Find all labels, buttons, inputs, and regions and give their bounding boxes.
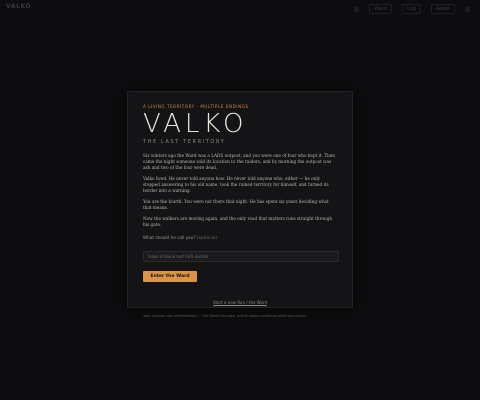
name-label-text: What should he call you? xyxy=(143,235,196,240)
settings-icon[interactable] xyxy=(465,6,470,12)
new-world-link[interactable]: Start a new Run / the Ward xyxy=(213,300,267,305)
name-input[interactable] xyxy=(143,251,339,262)
new-world-row: Start a new Run / the Ward xyxy=(143,289,337,308)
nav-item-reset[interactable]: Reset xyxy=(431,4,455,14)
nav-item-ward[interactable]: Ward xyxy=(369,4,393,14)
top-nav: Ward Log Reset xyxy=(354,4,470,14)
story-paragraph: You are the fourth. You were not there t… xyxy=(143,199,329,210)
footnote: Your choices are remembered — the Ward c… xyxy=(143,314,307,318)
top-bar: VALKO Ward Log Reset xyxy=(0,0,480,18)
enter-ward-button[interactable]: Enter the Ward xyxy=(143,271,197,282)
game-subtitle: THE LAST TERRITORY xyxy=(143,139,226,145)
story-paragraph: Valko lived. He never told anyone how. H… xyxy=(143,176,329,193)
story-paragraph: Now the walkers are moving again, and th… xyxy=(143,216,333,227)
app-logo: VALKO xyxy=(6,3,32,10)
optional-hint: (optional) xyxy=(196,235,218,240)
story-paragraph: Six winters ago the Ward was a LADS outp… xyxy=(143,153,335,170)
game-title: VALKO xyxy=(143,109,248,139)
nav-item-log[interactable]: Log xyxy=(402,4,422,14)
name-field-label: What should he call you? (optional) xyxy=(143,235,337,240)
intro-modal: A LIVING TERRITORY · MULTIPLE ENDINGS VA… xyxy=(127,91,353,318)
menu-icon[interactable] xyxy=(354,6,360,12)
